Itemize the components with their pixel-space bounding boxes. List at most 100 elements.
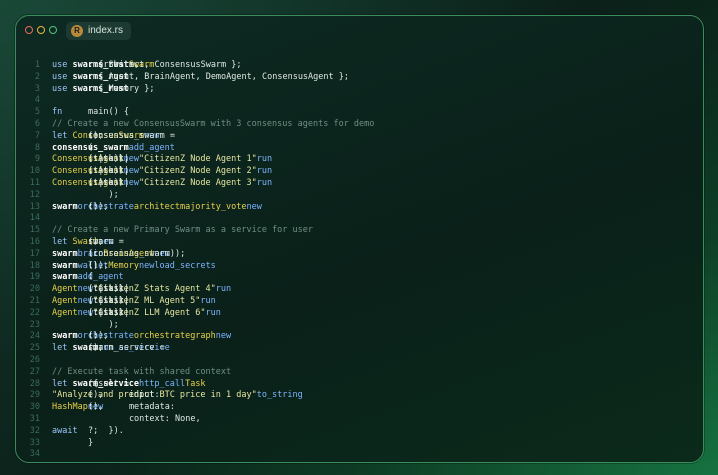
code-text: }). await?; <box>52 426 124 438</box>
code-line: 18 swarm. wallet(Memory:: new (). load_secre… <box>16 261 703 273</box>
line-number: 32 <box>29 425 40 436</box>
code-token: run <box>205 307 221 318</box>
code-token: (task)) <box>88 307 124 318</box>
code-text: // Create a new ConsensusSwarm with 3 co… <box>52 119 374 131</box>
code-text: Agent:: new("CitizenZ ML Agent 5", |task|… <box>52 296 216 308</box>
line-number: 15 <box>29 225 40 236</box>
code-text: Agent:: new("CitizenZ LLM Agent 6", |task… <box>52 308 221 320</box>
code-token: } <box>88 437 94 448</box>
code-token: Memory <box>108 260 140 271</box>
code-line: 24 swarm. orchestrate(orchestrate:: graph:… <box>16 331 703 343</box>
line-number: 17 <box>29 248 40 259</box>
code-token: context: None, <box>88 413 201 424</box>
code-line: 25 let swarm_service = swarm. run_as_serv… <box>16 343 703 355</box>
line-number: 29 <box>29 390 40 401</box>
code-line: 4 <box>16 95 703 107</box>
file-tab[interactable]: R index.rs <box>66 22 132 40</box>
code-text: ConsensusAgent:: new("CitizenZ Node Agent… <box>52 154 272 166</box>
code-token: (task)), <box>88 295 129 306</box>
code-text: swarm. orchestrate(orchestrate:: graph:: ne… <box>52 331 231 343</box>
line-number: 12 <box>29 189 40 200</box>
code-token: (), <box>88 390 104 401</box>
code-token: let <box>52 236 73 247</box>
code-token: let <box>52 343 73 354</box>
code-token: graph <box>190 331 216 342</box>
code-line: 13 swarm. orchestrate(architect:: majority… <box>16 202 703 214</box>
code-line: 31 context: None, <box>16 414 703 426</box>
code-token: let <box>52 130 73 141</box>
title-bar: R index.rs <box>16 16 703 46</box>
code-token: Task <box>185 378 206 389</box>
code-token: (task)), <box>88 284 129 295</box>
code-token: new <box>246 201 262 212</box>
code-line: 28 let result = swarm_service. http_call(… <box>16 379 703 391</box>
code-token: use <box>52 60 73 70</box>
line-number: 9 <box>34 154 40 165</box>
code-token: new <box>139 260 155 271</box>
code-token: use <box>52 83 73 94</box>
code-token: use <box>52 71 73 82</box>
code-token: ?; <box>88 425 99 436</box>
code-text: let swarm = Swarm:: new (); <box>52 236 124 249</box>
code-token: Agent <box>52 284 78 295</box>
line-number: 26 <box>29 354 40 365</box>
code-line: 16 let swarm = Swarm:: new (); <box>16 237 703 249</box>
code-token: let <box>52 378 73 389</box>
code-line: 33} <box>16 438 703 450</box>
code-text: use swarms_rust::{ Agent, BrainAgent, De… <box>52 71 349 84</box>
code-text: // Execute task with shared context <box>52 367 231 379</box>
code-line: 34 <box>16 449 703 461</box>
code-line: 8 consensus_swarm. add_agent( <box>16 143 703 155</box>
code-token: run <box>200 295 216 306</box>
maximize-window-dot-icon[interactable] <box>49 26 57 34</box>
code-text: swarm. add_agent( <box>52 272 124 284</box>
code-text: use swarms_rust::{ Swarm, Swarm::archite… <box>52 60 242 72</box>
code-token: { <box>88 378 99 389</box>
code-token: HashMap <box>52 402 88 413</box>
line-number: 18 <box>29 260 40 271</box>
line-number: 11 <box>29 177 40 188</box>
code-editor[interactable]: 1 use swarms_rust::{ Swarm, Swarm::archit… <box>16 60 703 461</box>
code-text: consensus_swarm. add_agent( <box>52 143 175 155</box>
code-token: ); <box>88 189 119 200</box>
line-number: 25 <box>29 343 40 354</box>
line-number: 13 <box>29 201 40 212</box>
code-token: load_secrets <box>154 260 216 271</box>
code-token: // Execute task with shared context <box>52 366 232 377</box>
code-token: to_string <box>256 390 303 401</box>
code-token: (consensus_swarm)); <box>88 248 186 259</box>
code-line: 14 <box>16 213 703 225</box>
code-text: // Create a new Primary Swarm as a servi… <box>52 225 313 237</box>
code-token: swarm <box>52 260 78 271</box>
code-line: 20 Agent:: new("CitizenZ Stats Agent 4", … <box>16 284 703 296</box>
line-number: 20 <box>29 284 40 295</box>
line-number: 5 <box>34 107 40 118</box>
code-token: swarm <box>52 331 78 342</box>
code-token: (task)) <box>88 177 124 188</box>
code-line: 3 use swarms_rust::{ Memory }; <box>16 84 703 96</box>
code-token: ( <box>88 272 94 283</box>
line-number: 28 <box>29 378 40 389</box>
code-text: fn main() { <box>52 107 129 119</box>
line-number: 31 <box>29 413 40 424</box>
code-line: 23 ); <box>16 320 703 332</box>
code-token: Agent <box>52 295 78 306</box>
line-number: 6 <box>34 118 40 129</box>
code-token: ::{ Memory }; <box>88 83 155 94</box>
code-token: add_agent <box>128 142 175 153</box>
code-line: 26 <box>16 355 703 367</box>
code-token: ); <box>88 319 119 330</box>
code-text: let result = swarm_service. http_call(Tas… <box>52 379 206 391</box>
code-line: 29 input: "Analyze and predict BTC price… <box>16 390 703 402</box>
code-token: Agent <box>52 307 78 318</box>
code-token: architect <box>133 201 180 212</box>
code-window: R index.rs 1 use swarms_rust::{ Swarm, Sw… <box>15 15 704 463</box>
code-line: 10 ConsensusAgent:: new("CitizenZ Node Ag… <box>16 166 703 178</box>
close-window-dot-icon[interactable] <box>25 26 33 34</box>
line-number: 21 <box>29 295 40 306</box>
code-token: http_call <box>139 378 186 389</box>
code-token: ( <box>88 142 94 153</box>
minimize-window-dot-icon[interactable] <box>37 26 45 34</box>
code-token: (); <box>88 343 104 354</box>
